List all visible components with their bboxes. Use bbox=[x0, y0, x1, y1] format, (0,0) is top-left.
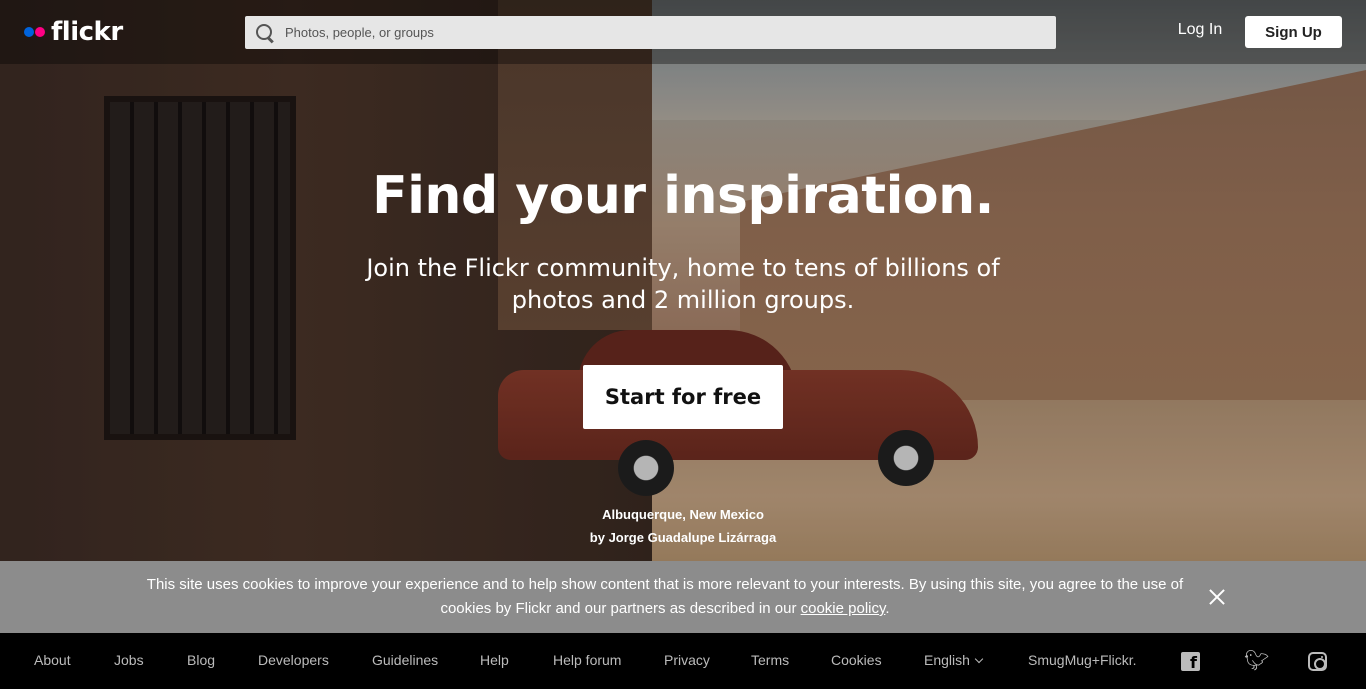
logo-blue-dot bbox=[24, 27, 34, 37]
cookie-message: This site uses cookies to improve your e… bbox=[130, 573, 1200, 621]
footer-link-guidelines[interactable]: Guidelines bbox=[372, 652, 438, 668]
logo-pink-dot bbox=[35, 27, 45, 37]
cookie-banner: This site uses cookies to improve your e… bbox=[0, 561, 1366, 633]
footer-link-help[interactable]: Help bbox=[480, 652, 509, 668]
search-input[interactable] bbox=[285, 25, 1025, 40]
hero-title: Find your inspiration. bbox=[372, 166, 994, 226]
photo-location[interactable]: Albuquerque, New Mexico bbox=[0, 503, 1366, 526]
footer: About Jobs Blog Developers Guidelines He… bbox=[0, 633, 1366, 689]
cookie-policy-link[interactable]: cookie policy bbox=[801, 600, 886, 617]
photo-credit[interactable]: Albuquerque, New Mexico by Jorge Guadalu… bbox=[0, 503, 1366, 549]
start-for-free-button[interactable]: Start for free bbox=[583, 365, 783, 429]
search-bar[interactable] bbox=[245, 16, 1056, 49]
login-link[interactable]: Log In bbox=[1168, 21, 1232, 39]
footer-link-smugmug[interactable]: SmugMug+Flickr. bbox=[1028, 652, 1137, 668]
language-label: English bbox=[924, 652, 970, 668]
flickr-logo[interactable]: flickr bbox=[24, 17, 123, 47]
facebook-icon[interactable]: f bbox=[1181, 652, 1200, 671]
logo-wordmark: flickr bbox=[51, 17, 123, 47]
footer-link-about[interactable]: About bbox=[34, 652, 71, 668]
footer-link-help-forum[interactable]: Help forum bbox=[553, 652, 621, 668]
footer-link-cookies[interactable]: Cookies bbox=[831, 652, 882, 668]
cookie-trailing: . bbox=[885, 600, 890, 617]
photo-author[interactable]: by Jorge Guadalupe Lizárraga bbox=[0, 526, 1366, 549]
cookie-text: This site uses cookies to improve your e… bbox=[146, 576, 1184, 617]
footer-link-jobs[interactable]: Jobs bbox=[114, 652, 144, 668]
footer-link-terms[interactable]: Terms bbox=[751, 652, 789, 668]
close-icon[interactable] bbox=[1206, 586, 1228, 608]
chevron-down-icon bbox=[974, 654, 984, 664]
footer-link-blog[interactable]: Blog bbox=[187, 652, 215, 668]
instagram-icon[interactable] bbox=[1308, 652, 1327, 671]
top-navigation: flickr Log In Sign Up bbox=[0, 0, 1366, 64]
footer-link-developers[interactable]: Developers bbox=[258, 652, 329, 668]
search-icon[interactable] bbox=[256, 23, 274, 42]
language-selector[interactable]: English bbox=[924, 652, 984, 668]
signup-button[interactable]: Sign Up bbox=[1245, 16, 1342, 48]
hero-subtitle: Join the Flickr community, home to tens … bbox=[366, 254, 1000, 314]
twitter-icon[interactable]: 🐦︎ bbox=[1244, 651, 1269, 671]
footer-link-privacy[interactable]: Privacy bbox=[664, 652, 710, 668]
